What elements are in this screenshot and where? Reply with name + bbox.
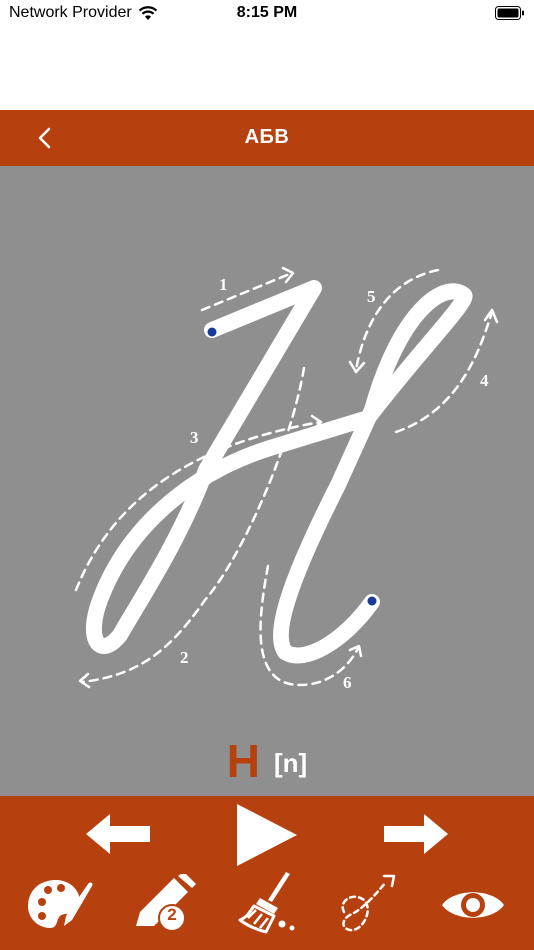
battery-icon: [495, 6, 524, 20]
stroke-number-3: 3: [190, 428, 199, 447]
letter-transcription: [n]: [274, 748, 308, 778]
arrow-head-2: [78, 672, 91, 689]
eye-icon[interactable]: [440, 884, 506, 926]
play-icon[interactable]: [234, 804, 300, 866]
bottom-toolbar: 2: [0, 796, 534, 950]
stroke-number-5: 5: [367, 287, 376, 306]
page-title: АБВ: [244, 126, 290, 148]
arrow-left-icon[interactable]: [84, 812, 152, 856]
stroke-number-6: 6: [343, 673, 352, 692]
status-time: 8:15 PM: [236, 4, 298, 21]
letter-stroke-1: [85, 280, 376, 654]
stroke-number-4: 4: [480, 371, 489, 390]
letter-strokes: [85, 280, 473, 664]
start-dot-1: [207, 327, 217, 337]
letter-caption: Н [n]: [0, 736, 534, 786]
nav-bar: АБВ: [0, 110, 534, 166]
arrow-right-icon[interactable]: [382, 812, 450, 856]
stroke-number-1: 1: [219, 275, 228, 294]
pencil-button[interactable]: 2: [128, 872, 200, 934]
broom-icon[interactable]: [236, 870, 298, 936]
start-dot-2: [367, 596, 377, 606]
letter-glyph: Н: [226, 735, 261, 787]
pencil-badge: 2: [167, 905, 177, 924]
stroke-number-2: 2: [180, 648, 189, 667]
pencil-icon: [136, 872, 196, 932]
letter-guide: 1 2 3 4 5 6: [74, 266, 499, 692]
palette-icon[interactable]: [26, 876, 96, 932]
status-bar: Network Provider 8:15 PM: [0, 0, 534, 26]
dotted-path-icon[interactable]: [336, 872, 404, 936]
tracing-canvas[interactable]: 1 2 3 4 5 6 Н [n]: [0, 166, 534, 796]
banner-area: [0, 26, 534, 110]
